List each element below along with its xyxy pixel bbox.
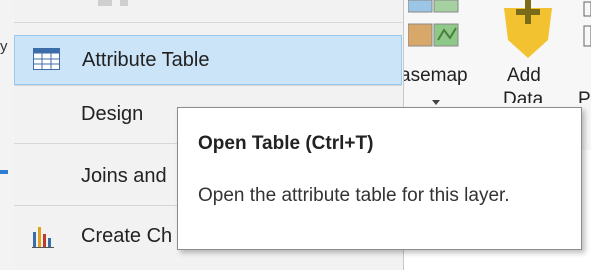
basemap-icon[interactable] (408, 0, 464, 60)
add-data-sublabel[interactable]: Data (503, 89, 543, 103)
tooltip: Open Table (Ctrl+T) Open the attribute t… (177, 107, 582, 250)
menu-item-label: Create Ch (81, 225, 173, 247)
add-data-label[interactable]: Add (507, 65, 541, 87)
menu-item-label: Attribute Table (82, 49, 210, 71)
bar-chart-icon (32, 227, 54, 248)
left-edge-fragment: y (0, 38, 8, 55)
tooltip-title: Open Table (Ctrl+T) (198, 133, 374, 154)
basemap-label[interactable]: asemap (400, 65, 468, 87)
menu-item-attribute-table[interactable]: Attribute Table (14, 35, 402, 85)
partial-ribbon-label[interactable]: P (578, 89, 591, 103)
tooltip-description: Open the attribute table for this layer. (198, 185, 510, 206)
add-data-icon[interactable] (500, 0, 556, 62)
partial-ribbon-icon[interactable] (582, 0, 591, 60)
basemap-dropdown-caret[interactable] (432, 100, 440, 105)
menu-item-label: Design (81, 103, 144, 125)
table-grid-icon (33, 48, 60, 70)
menu-separator (14, 22, 402, 23)
left-accent-marker (0, 170, 8, 174)
menu-top-fragment (98, 0, 128, 6)
menu-item-label: Joins and (81, 165, 167, 187)
menu-separator (14, 85, 402, 86)
